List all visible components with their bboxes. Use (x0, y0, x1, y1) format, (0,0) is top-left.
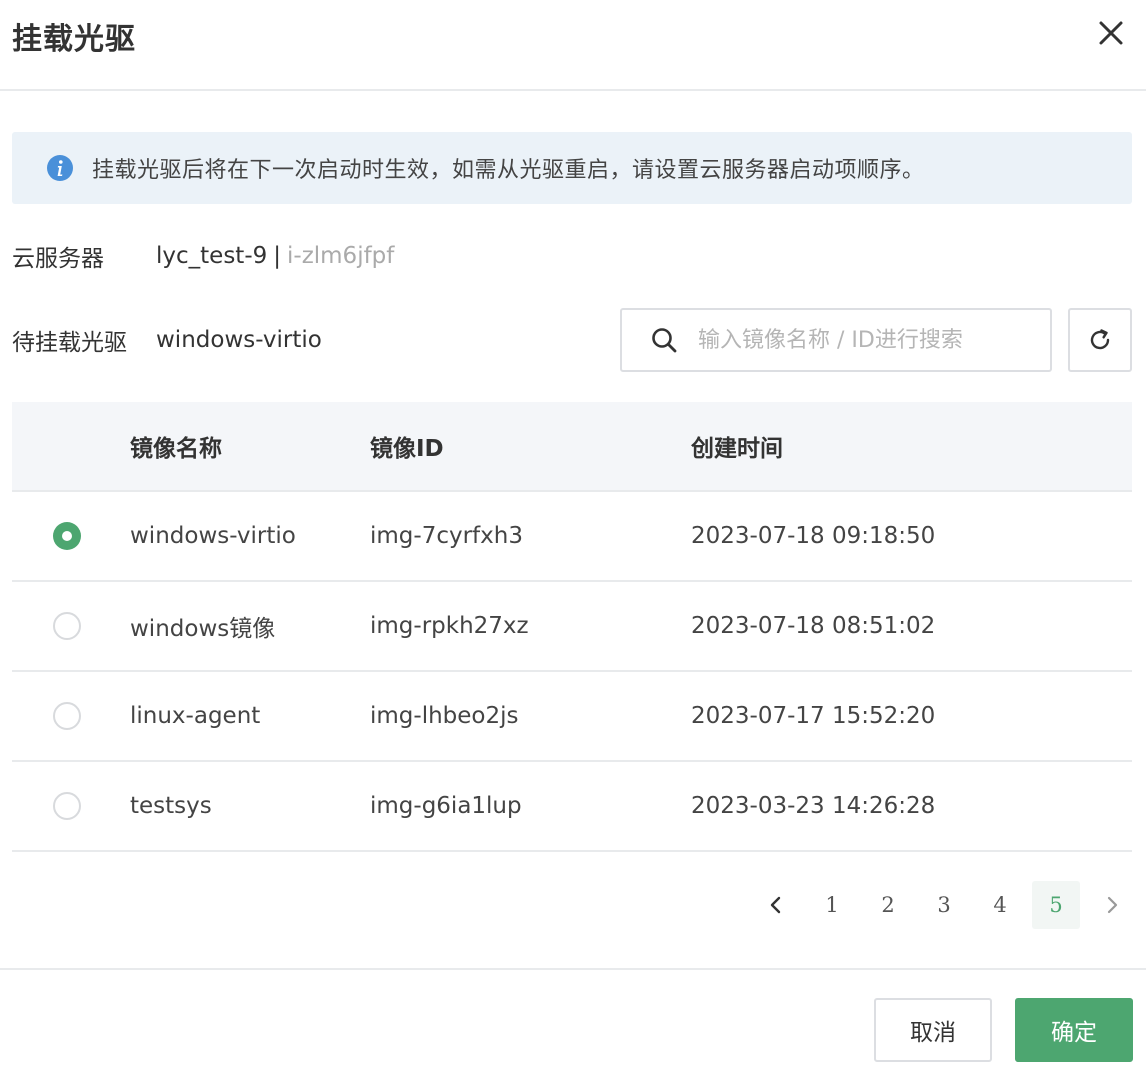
table-row[interactable]: testsys img-g6ia1lup 2023-03-23 14:26:28 (12, 762, 1132, 852)
page-5-button[interactable]: 5 (1032, 881, 1080, 929)
chevron-right-icon (1107, 896, 1118, 914)
notice-banner: 挂载光驱后将在下一次启动时生效，如需从光驱重启，请设置云服务器启动项顺序。 (12, 132, 1132, 204)
image-id: img-rpkh27xz (370, 613, 529, 639)
image-created: 2023-07-18 09:18:50 (691, 523, 936, 549)
image-name: windows-virtio (130, 523, 296, 549)
image-table: 镜像名称 镜像ID 创建时间 windows-virtio img-7cyrfx… (12, 402, 1132, 852)
next-page-button[interactable] (1088, 881, 1136, 929)
header-id: 镜像ID (370, 436, 444, 462)
page-2-button[interactable]: 2 (864, 881, 912, 929)
image-created: 2023-03-23 14:26:28 (691, 793, 936, 819)
header-name: 镜像名称 (130, 436, 222, 462)
image-id: img-7cyrfxh3 (370, 523, 523, 549)
search-box (620, 308, 1052, 372)
search-icon (652, 328, 677, 353)
page-1-button[interactable]: 1 (808, 881, 856, 929)
dialog-header: 挂载光驱 (0, 0, 1146, 91)
header-created: 创建时间 (691, 436, 783, 462)
image-name: linux-agent (130, 703, 261, 729)
cancel-button[interactable]: 取消 (874, 998, 992, 1062)
search-input[interactable] (698, 327, 1038, 353)
image-id: img-g6ia1lup (370, 793, 522, 819)
server-label: 云服务器 (12, 246, 104, 272)
close-icon[interactable] (1094, 16, 1128, 50)
refresh-icon (1090, 329, 1110, 350)
mount-iso-dialog: 挂载光驱 挂载光驱后将在下一次启动时生效，如需从光驱重启，请设置云服务器启动项顺… (0, 0, 1146, 1068)
page-3-button[interactable]: 3 (920, 881, 968, 929)
row-radio[interactable] (53, 792, 81, 820)
dialog-footer: 取消 确定 (0, 968, 1146, 1068)
info-icon (47, 155, 73, 181)
image-id: img-lhbeo2js (370, 703, 519, 729)
server-row: 云服务器 lyc_test-9 | i-zlm6jfpf (12, 238, 394, 274)
row-radio[interactable] (53, 702, 81, 730)
table-row[interactable]: windows镜像 img-rpkh27xz 2023-07-18 08:51:… (12, 582, 1132, 672)
chevron-left-icon (770, 896, 781, 914)
page-4-button[interactable]: 4 (976, 881, 1024, 929)
server-separator: | (273, 243, 281, 269)
server-name: lyc_test-9 (156, 243, 268, 269)
image-name: windows镜像 (130, 616, 276, 642)
notice-text: 挂载光驱后将在下一次启动时生效，如需从光驱重启，请设置云服务器启动项顺序。 (92, 158, 925, 183)
server-id: i-zlm6jfpf (287, 243, 395, 269)
row-radio-selected[interactable] (53, 522, 81, 550)
image-name: testsys (130, 793, 212, 819)
table-row[interactable]: windows-virtio img-7cyrfxh3 2023-07-18 0… (12, 492, 1132, 582)
iso-label: 待挂载光驱 (12, 330, 127, 356)
table-row[interactable]: linux-agent img-lhbeo2js 2023-07-17 15:5… (12, 672, 1132, 762)
row-radio[interactable] (53, 612, 81, 640)
refresh-button[interactable] (1068, 308, 1132, 372)
image-created: 2023-07-18 08:51:02 (691, 613, 936, 639)
dialog-title: 挂载光驱 (12, 22, 136, 57)
table-header: 镜像名称 镜像ID 创建时间 (12, 402, 1132, 492)
confirm-button[interactable]: 确定 (1015, 998, 1133, 1062)
prev-page-button[interactable] (752, 881, 800, 929)
iso-row: 待挂载光驱 windows-virtio (12, 322, 322, 358)
image-created: 2023-07-17 15:52:20 (691, 703, 936, 729)
pagination: 1 2 3 4 5 (744, 880, 1136, 930)
iso-value: windows-virtio (156, 327, 322, 353)
